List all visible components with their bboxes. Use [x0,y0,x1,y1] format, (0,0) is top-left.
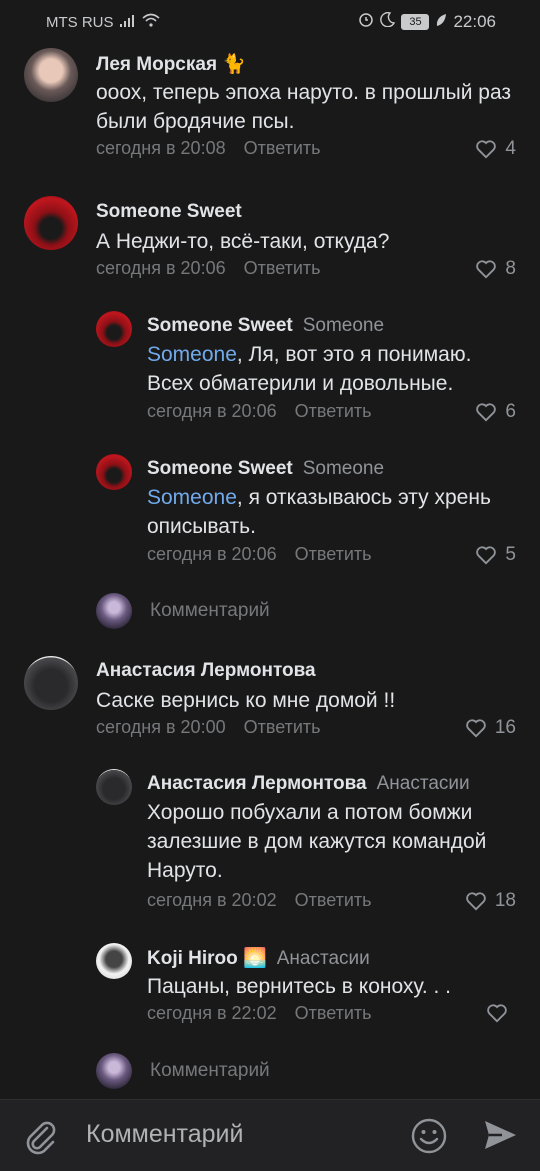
wifi-icon [141,13,160,31]
avatar[interactable] [24,196,78,250]
carrier-label: MTS RUS [46,13,114,31]
like-button[interactable]: 6 [475,401,516,423]
reply-button[interactable]: Ответить [295,1003,372,1023]
comment-text: Пацаны, вернитесь в коноху. . . [147,975,451,998]
comment-composer: Комментарий [0,1099,540,1171]
avatar [96,1053,132,1089]
heart-icon [466,892,486,911]
like-button[interactable] [486,1003,516,1023]
heart-icon [476,140,497,159]
like-count: 4 [505,138,516,159]
leaf-icon [435,12,447,32]
comment-time: сегодня в 22:02 [147,1003,277,1023]
like-button[interactable]: 18 [465,890,516,912]
reply-prompt[interactable]: Комментарий [96,1053,270,1089]
avatar[interactable] [96,769,132,805]
author-name[interactable]: Koji Hiroo 🌅 [147,948,267,969]
emoji-icon[interactable] [410,1117,448,1160]
comment-time: сегодня в 20:06 [96,258,226,278]
reply-button[interactable]: Ответить [244,138,321,158]
reply-prompt[interactable]: Комментарий [96,593,270,629]
status-bar: MTS RUS 35 22:06 [0,0,540,42]
heart-icon [476,260,497,279]
comment-time: сегодня в 20:02 [147,890,277,910]
like-count: 6 [505,401,516,422]
reply-target[interactable]: Анастасии [277,948,370,969]
reply-button[interactable]: Ответить [244,717,321,737]
comment-time: сегодня в 20:06 [147,544,277,564]
comment-text: ооох, теперь эпоха наруто. в прошлый раз… [96,81,512,133]
reply-button[interactable]: Ответить [295,401,372,421]
comment-time: сегодня в 20:06 [147,401,277,421]
avatar[interactable] [96,454,132,490]
author-name[interactable]: Анастасия Лермонтова [96,660,316,681]
like-count: 8 [505,258,516,279]
like-button[interactable]: 16 [465,717,516,739]
mention-link[interactable]: Someone [147,343,237,366]
paperclip-icon[interactable] [22,1118,60,1161]
avatar[interactable] [24,656,78,710]
like-count: 18 [494,890,516,911]
like-count: 5 [505,544,516,565]
heart-icon [476,403,497,422]
avatar [96,593,132,629]
reply-target[interactable]: Someone [303,458,384,479]
reply-prompt-label: Комментарий [150,1060,270,1081]
heart-icon [487,1004,507,1023]
author-name[interactable]: Лея Морская 🐈 [96,54,246,75]
author-name[interactable]: Someone Sweet [147,315,293,336]
comment-text: Someone, Ля, вот это я понимаю. Всех обм… [147,340,517,398]
comment-text: Хорошо побухали а потом бомжи залезшие в… [147,801,487,882]
moon-icon [380,11,396,32]
alarm-icon [358,11,374,32]
author-name[interactable]: Анастасия Лермонтова [147,773,367,794]
like-button[interactable]: 4 [475,138,516,160]
battery-icon: 35 [401,13,430,30]
clock-time: 22:06 [453,11,496,31]
comment-input[interactable]: Комментарий [86,1120,243,1149]
send-icon[interactable] [482,1117,518,1158]
reply-button[interactable]: Ответить [295,544,372,564]
reply-prompt-label: Комментарий [150,600,270,621]
like-count: 16 [494,717,516,738]
signal-icon [119,14,136,31]
comment-text: Саске вернись ко мне домой !! [96,689,396,712]
mention-link[interactable]: Someone [147,486,237,509]
avatar[interactable] [96,943,132,979]
comment-time: сегодня в 20:08 [96,138,226,158]
like-button[interactable]: 8 [475,258,516,280]
heart-icon [466,719,486,738]
comment-text: А Неджи-то, всё-таки, откуда? [96,230,390,253]
heart-icon [476,546,497,565]
avatar[interactable] [24,48,78,102]
reply-target[interactable]: Someone [303,315,384,336]
comment-time: сегодня в 20:00 [96,717,226,737]
reply-target[interactable]: Анастасии [377,773,470,794]
like-button[interactable]: 5 [475,544,516,566]
author-name[interactable]: Someone Sweet [96,201,242,222]
author-name[interactable]: Someone Sweet [147,458,293,479]
reply-button[interactable]: Ответить [244,258,321,278]
avatar[interactable] [96,311,132,347]
comment-text: Someone, я отказываюсь эту хрень описыва… [147,483,517,541]
reply-button[interactable]: Ответить [295,890,372,910]
